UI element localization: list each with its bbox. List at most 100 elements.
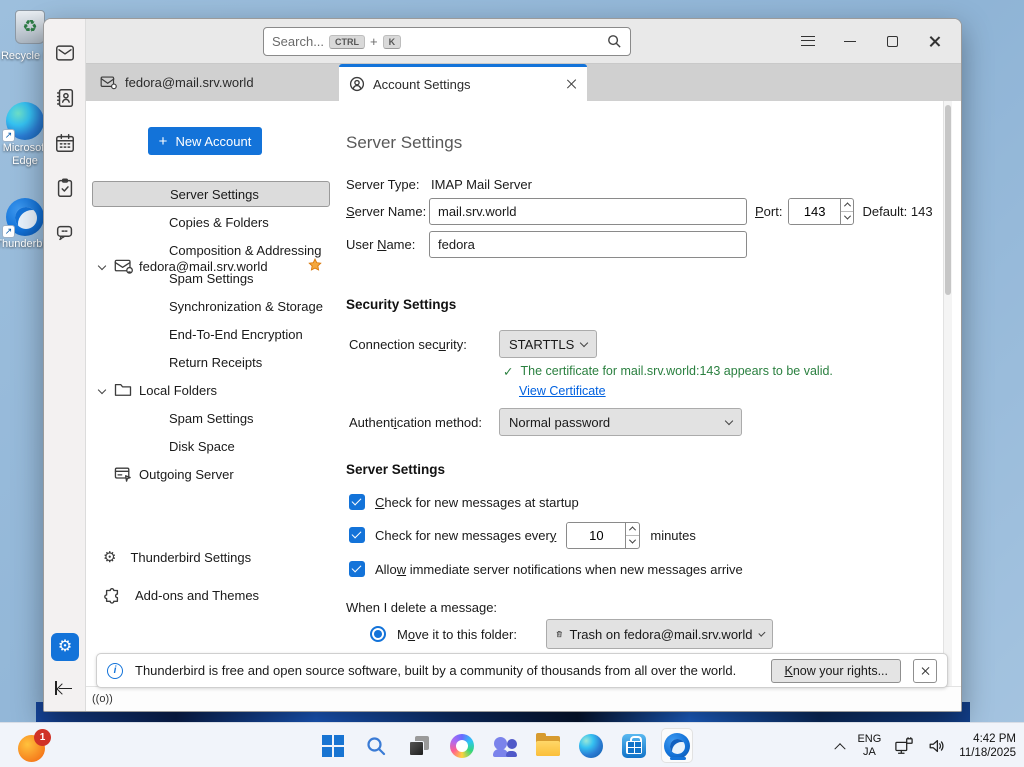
- account-settings-tab-icon: [349, 76, 365, 92]
- mail-space-button[interactable]: [53, 41, 77, 65]
- status-bar: ((o)): [86, 686, 961, 711]
- server-type-value: IMAP Mail Server: [431, 177, 532, 192]
- move-to-folder-label: Move it to this folder:: [397, 627, 535, 642]
- view-certificate-link[interactable]: View Certificate: [519, 384, 606, 398]
- thunderbird-taskbar-button[interactable]: [661, 728, 693, 763]
- network-activity-icon: ((o)): [92, 693, 113, 705]
- task-view-button[interactable]: [403, 728, 435, 763]
- thunderbird-icon: [664, 733, 690, 759]
- sidebar-item-addons-themes[interactable]: Add-ons and Themes: [86, 581, 336, 609]
- settings-space-button[interactable]: ⚙: [51, 633, 79, 661]
- system-tray: ENG JA 4:42 PM 11/18/2025: [836, 723, 1016, 767]
- check-every-label: Check for new messages every: [375, 528, 556, 543]
- minimize-button[interactable]: [829, 26, 871, 56]
- trash-folder-dropdown[interactable]: Trash on fedora@mail.srv.world: [546, 619, 773, 649]
- user-name-label: User Name:: [346, 237, 429, 252]
- port-spinner: [788, 198, 854, 225]
- chevron-down-icon: [725, 416, 733, 424]
- collapse-spaces-button[interactable]: [53, 679, 77, 699]
- move-to-folder-radio[interactable]: [370, 626, 386, 642]
- volume-tray-button[interactable]: [927, 737, 946, 755]
- notification-close-button[interactable]: [913, 659, 937, 683]
- cert-valid-message: The certificate for mail.srv.world:143 a…: [520, 364, 832, 378]
- port-increment-button[interactable]: [841, 199, 854, 211]
- sidebar-item-thunderbird-settings[interactable]: ⚙ Thunderbird Settings: [86, 543, 336, 571]
- app-menu-button[interactable]: [787, 26, 829, 56]
- tray-chevron-up-icon[interactable]: [835, 743, 846, 754]
- network-icon: [894, 737, 914, 755]
- teams-icon: [493, 735, 517, 757]
- know-your-rights-button[interactable]: Know your rights...: [771, 659, 901, 683]
- sidebar-item-sync-storage[interactable]: Synchronization & Storage: [86, 293, 336, 319]
- sidebar-item-local-folders[interactable]: Local Folders: [86, 377, 336, 403]
- tab-close-button[interactable]: [565, 78, 577, 90]
- widgets-button[interactable]: 1: [16, 729, 56, 763]
- chevron-down-icon: [580, 338, 588, 346]
- hamburger-icon: [801, 36, 815, 46]
- tab-mail-account[interactable]: fedora@mail.srv.world: [90, 64, 336, 101]
- taskbar-search-button[interactable]: [360, 728, 392, 763]
- sidebar-item-disk-space[interactable]: Disk Space: [86, 433, 336, 459]
- language-indicator[interactable]: ENG JA: [857, 733, 881, 759]
- tasks-space-button[interactable]: [53, 176, 77, 200]
- search-input[interactable]: Search... CTRL + K: [263, 27, 631, 56]
- tab-bar: fedora@mail.srv.world Account Settings: [86, 64, 961, 101]
- server-type-label: Server Type:: [346, 177, 431, 192]
- shortcut-arrow-icon: ↗: [2, 129, 15, 142]
- minutes-decrement-button[interactable]: [626, 535, 639, 548]
- settings-sidebar: + New Account fedora@mail.srv.world Serv…: [86, 101, 336, 686]
- mail-tab-icon: [100, 75, 117, 90]
- info-icon: i: [107, 663, 123, 679]
- sidebar-item-spam-settings[interactable]: Spam Settings: [86, 265, 336, 291]
- server-settings-panel: Server Settings Server Type: IMAP Mail S…: [336, 101, 952, 686]
- puzzle-icon: [103, 586, 121, 604]
- teams-button[interactable]: [489, 728, 521, 763]
- sidebar-item-return-receipts[interactable]: Return Receipts: [86, 349, 336, 375]
- close-icon: [928, 35, 941, 48]
- port-input[interactable]: [789, 199, 839, 224]
- network-tray-button[interactable]: [894, 737, 914, 755]
- page-title: Server Settings: [346, 133, 462, 153]
- chat-space-button[interactable]: [53, 221, 77, 245]
- user-name-input[interactable]: [429, 231, 747, 258]
- maximize-button[interactable]: [871, 26, 913, 56]
- store-button[interactable]: [618, 728, 650, 763]
- copilot-button[interactable]: [446, 728, 478, 763]
- content-scrollbar[interactable]: [943, 101, 952, 686]
- plus-icon: +: [159, 133, 168, 150]
- check-startup-checkbox[interactable]: [349, 494, 365, 510]
- calendar-space-button[interactable]: [53, 131, 77, 155]
- copilot-icon: [450, 734, 474, 758]
- tab-account-settings[interactable]: Account Settings: [339, 64, 587, 101]
- edge-button[interactable]: [575, 728, 607, 763]
- minutes-input[interactable]: [567, 523, 625, 548]
- close-window-button[interactable]: [913, 26, 955, 56]
- taskbar-app-icons: [317, 728, 693, 763]
- server-name-input[interactable]: [429, 198, 747, 225]
- auth-method-dropdown[interactable]: Normal password: [499, 408, 742, 436]
- search-icon: [607, 34, 622, 49]
- clock[interactable]: 4:42 PM 11/18/2025: [959, 732, 1016, 760]
- sidebar-item-server-settings-selected[interactable]: Server Settings: [92, 181, 330, 207]
- security-settings-heading: Security Settings: [346, 297, 456, 312]
- tasks-icon: [54, 177, 76, 199]
- check-every-checkbox[interactable]: [349, 527, 365, 543]
- port-decrement-button[interactable]: [841, 211, 854, 224]
- sidebar-item-composition-addressing[interactable]: Composition & Addressing: [86, 237, 336, 263]
- sidebar-item-e2e-encryption[interactable]: End-To-End Encryption: [86, 321, 336, 347]
- connection-security-dropdown[interactable]: STARTTLS: [499, 330, 597, 358]
- time: 4:42 PM: [959, 732, 1016, 746]
- minutes-suffix: minutes: [650, 528, 696, 543]
- file-explorer-button[interactable]: [532, 728, 564, 763]
- minutes-increment-button[interactable]: [626, 523, 639, 535]
- cert-valid-check-icon: ✓: [503, 364, 513, 379]
- start-button[interactable]: [317, 728, 349, 763]
- sidebar-item-copies-folders[interactable]: Copies & Folders: [86, 209, 336, 235]
- address-book-space-button[interactable]: [53, 86, 77, 110]
- when-delete-label: When I delete a message:: [346, 600, 497, 615]
- scrollbar-thumb[interactable]: [945, 105, 951, 295]
- new-account-button[interactable]: + New Account: [148, 127, 262, 155]
- allow-notifications-checkbox[interactable]: [349, 561, 365, 577]
- sidebar-item-local-spam-settings[interactable]: Spam Settings: [86, 405, 336, 431]
- sidebar-item-outgoing-server[interactable]: Outgoing Server: [86, 461, 336, 487]
